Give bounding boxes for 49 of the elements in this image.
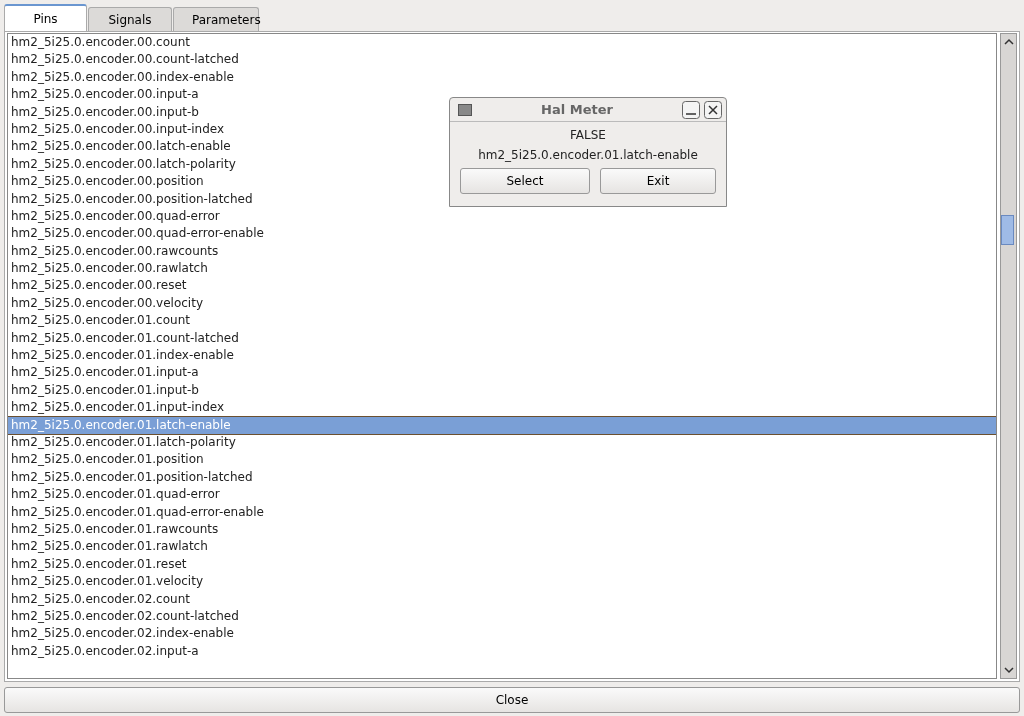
list-item[interactable]: hm2_5i25.0.encoder.01.quad-error: [11, 487, 220, 502]
list-item[interactable]: hm2_5i25.0.encoder.00.count-latched: [11, 52, 239, 67]
list-item[interactable]: hm2_5i25.0.encoder.01.count-latched: [11, 330, 239, 345]
list-item[interactable]: hm2_5i25.0.encoder.00.position-latched: [11, 191, 253, 206]
list-item[interactable]: hm2_5i25.0.encoder.01.quad-error-enable: [11, 504, 264, 519]
list-item[interactable]: hm2_5i25.0.encoder.00.quad-error-enable: [11, 226, 264, 241]
list-item[interactable]: hm2_5i25.0.encoder.00.latch-polarity: [11, 156, 236, 171]
minimize-icon[interactable]: [682, 100, 700, 119]
list-item[interactable]: hm2_5i25.0.encoder.00.count: [11, 35, 190, 49]
list-item[interactable]: hm2_5i25.0.encoder.00.latch-enable: [11, 139, 231, 154]
list-item[interactable]: hm2_5i25.0.encoder.02.input-a: [11, 643, 199, 658]
list-item[interactable]: hm2_5i25.0.encoder.01.input-b: [11, 382, 199, 397]
list-item[interactable]: hm2_5i25.0.encoder.00.reset: [11, 278, 187, 293]
tab[interactable]: Pins: [4, 4, 87, 31]
list-item[interactable]: hm2_5i25.0.encoder.02.count: [11, 591, 190, 606]
pin-name-text: hm2_5i25.0.encoder.01.latch-enable: [478, 148, 698, 162]
list-item[interactable]: hm2_5i25.0.encoder.02.count-latched: [11, 608, 239, 623]
tab[interactable]: Parameters: [173, 7, 259, 31]
list-item[interactable]: hm2_5i25.0.encoder.01.input-a: [11, 365, 199, 380]
list-item[interactable]: hm2_5i25.0.encoder.00.velocity: [11, 295, 203, 310]
list-item[interactable]: hm2_5i25.0.encoder.00.input-index: [11, 121, 225, 136]
list-item[interactable]: hm2_5i25.0.encoder.00.input-b: [11, 104, 199, 119]
list-item[interactable]: hm2_5i25.0.encoder.00.rawcounts: [11, 243, 219, 258]
list-item[interactable]: hm2_5i25.0.encoder.01.count: [11, 313, 190, 328]
list-item[interactable]: hm2_5i25.0.encoder.01.latch-polarity: [11, 435, 236, 449]
list-item[interactable]: hm2_5i25.0.encoder.01.rawcounts: [11, 521, 219, 536]
list-item[interactable]: hm2_5i25.0.encoder.01.rawlatch: [11, 539, 208, 554]
list-item[interactable]: hm2_5i25.0.encoder.00.position: [11, 174, 204, 189]
scrollbar-thumb[interactable]: [1001, 215, 1014, 245]
value-text: FALSE: [570, 128, 606, 142]
close-icon[interactable]: [704, 100, 722, 119]
list-item[interactable]: hm2_5i25.0.encoder.01.velocity: [11, 574, 203, 589]
dialog-button[interactable]: Select: [460, 168, 590, 194]
list-item[interactable]: hm2_5i25.0.encoder.00.quad-error: [11, 208, 220, 223]
list-item[interactable]: hm2_5i25.0.encoder.01.position: [11, 452, 204, 467]
window-icon: [458, 103, 472, 116]
close-button[interactable]: Close: [4, 687, 1020, 713]
window-title: Hal Meter: [540, 102, 614, 117]
tab[interactable]: Signals: [88, 7, 172, 31]
list-item[interactable]: hm2_5i25.0.encoder.01.index-enable: [11, 348, 234, 363]
list-item[interactable]: hm2_5i25.0.encoder.02.index-enable: [11, 626, 234, 641]
list-item[interactable]: hm2_5i25.0.encoder.01.input-index: [11, 400, 225, 415]
dialog-button[interactable]: Exit: [600, 168, 716, 194]
scrollbar[interactable]: [1000, 33, 1017, 679]
list-item[interactable]: hm2_5i25.0.encoder.01.reset: [11, 556, 187, 571]
list-item[interactable]: hm2_5i25.0.encoder.00.rawlatch: [11, 261, 208, 276]
list-item[interactable]: hm2_5i25.0.encoder.01.position-latched: [11, 469, 253, 484]
list-item[interactable]: hm2_5i25.0.encoder.00.index-enable: [11, 69, 234, 84]
list-item[interactable]: hm2_5i25.0.encoder.00.input-a: [11, 87, 199, 102]
